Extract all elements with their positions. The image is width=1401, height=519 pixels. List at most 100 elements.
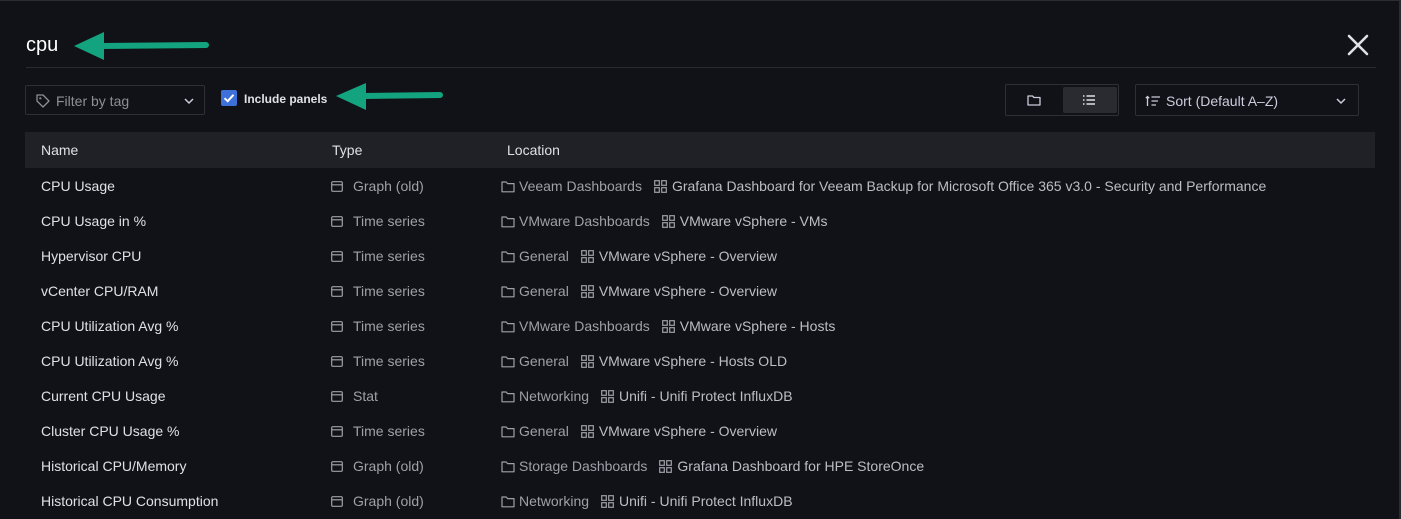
chevron-down-icon [184,98,194,105]
list-view-button[interactable] [1063,87,1117,113]
folder-icon [501,320,515,332]
folder-icon [501,425,515,437]
panel-location: VMware Dashboards VMware vSphere - VMs [501,213,828,229]
panel-location: VMware Dashboards VMware vSphere - Hosts [501,318,835,334]
panel-type-label: Time series [353,318,425,334]
table-row[interactable]: CPU Usage in % Time series VMware Dashboar… [25,203,1375,238]
panel-icon [331,426,343,437]
panel-name: Cluster CPU Usage % [41,423,180,439]
panel-icon [331,286,343,297]
folder-name: Networking [519,493,590,509]
panel-name: CPU Utilization Avg % [41,318,179,334]
panel-type-label: Time series [353,248,425,264]
folder-name: General [519,283,569,299]
panel-icon [331,461,343,472]
panel-location: Networking Unifi - Unifi Protect InfluxDB [501,493,793,509]
panel-name: Historical CPU Consumption [41,493,219,509]
table-row[interactable]: vCenter CPU/RAM Time series General VMware … [25,273,1375,308]
dashboard-grid-icon [580,284,594,298]
panel-type-label: Time series [353,353,425,369]
folder-name: Storage Dashboards [519,458,648,474]
dashboard-grid-icon [580,354,594,368]
dashboard-name: Unifi - Unifi Protect InfluxDB [619,493,793,509]
table-row[interactable]: CPU Utilization Avg % Time series General V… [25,343,1375,378]
panel-icon [331,496,343,507]
table-row[interactable]: Hypervisor CPU Time series General VMware v… [25,238,1375,273]
panel-location: Storage Dashboards Grafana Dashboard for … [501,458,924,474]
folder-name: Networking [519,388,590,404]
folder-icon [501,285,515,297]
folder-view-icon [1027,95,1041,106]
include-panels-checkbox[interactable] [221,90,237,106]
panel-location: Networking Unifi - Unifi Protect InfluxDB [501,388,793,404]
panel-name: CPU Usage [41,178,115,194]
dashboard-name: Grafana Dashboard for Veeam Backup for M… [671,178,1267,194]
annotation-arrow-search [74,32,209,60]
dashboard-name: VMware vSphere - VMs [679,213,828,229]
panel-type-label: Stat [353,388,378,404]
panel-location: General VMware vSphere - Overview [501,423,777,439]
search-results-table: Name Type Location CPU Usage Graph (old) V… [25,132,1375,518]
list-view-icon [1083,95,1095,105]
dashboard-grid-icon [659,459,673,473]
folder-icon [501,495,515,507]
folder-icon [501,460,515,472]
folder-name: General [519,423,569,439]
table-row[interactable]: Cluster CPU Usage % Time series General VMw… [25,413,1375,448]
table-row[interactable]: Historical CPU/Memory Graph (old) Storage … [25,448,1375,483]
dashboard-name: VMware vSphere - Overview [598,423,777,439]
table-body: CPU Usage Graph (old) Veeam Dashboards Graf… [25,168,1375,518]
close-icon[interactable] [1346,33,1370,57]
panel-location: General VMware vSphere - Hosts OLD [501,353,787,369]
panel-name: Historical CPU/Memory [41,458,187,474]
annotation-arrow-include-panels [336,83,443,110]
tag-filter-select[interactable]: Filter by tag [25,85,205,115]
folder-icon [501,250,515,262]
panel-icon [331,216,343,227]
view-mode-toggle [1005,84,1119,116]
dashboard-name: VMware vSphere - Hosts OLD [598,353,788,369]
dashboard-name: Unifi - Unifi Protect InfluxDB [619,388,793,404]
tag-icon [36,94,50,108]
panel-type-label: Graph (old) [353,493,424,509]
table-header: Name Type Location [25,132,1375,168]
dashboard-grid-icon [661,319,675,333]
column-header-name: Name [41,142,79,158]
folder-name: VMware Dashboards [519,213,650,229]
dashboard-name: VMware vSphere - Hosts [679,318,836,334]
panel-icon [331,356,343,367]
chevron-down-icon [1336,98,1346,105]
panel-location: Veeam Dashboards Grafana Dashboard for Ve… [501,178,1266,194]
sort-select[interactable]: Sort (Default A–Z) [1135,84,1359,116]
panel-type-label: Graph (old) [353,458,424,474]
folder-icon [501,355,515,367]
dashboard-name: VMware vSphere - Overview [598,248,777,264]
panel-type-label: Time series [353,283,425,299]
dashboard-grid-icon [601,494,614,508]
dashboard-grid-icon [580,249,594,263]
panel-name: Hypervisor CPU [41,248,142,264]
folder-icon [501,390,515,402]
folder-icon [501,180,515,192]
sort-label: Sort (Default A–Z) [1166,93,1279,109]
table-row[interactable]: Current CPU Usage Stat Networking Unifi - U… [25,378,1375,413]
panel-icon [331,391,343,402]
table-row[interactable]: Historical CPU Consumption Graph (old) Net… [25,483,1375,518]
folder-name: Veeam Dashboards [519,178,642,194]
panel-name: CPU Usage in % [41,213,147,229]
table-row[interactable]: CPU Usage Graph (old) Veeam Dashboards Graf… [25,168,1375,203]
tag-filter-placeholder: Filter by tag [56,93,130,109]
folder-name: VMware Dashboards [519,318,650,334]
table-row[interactable]: CPU Utilization Avg % Time series VMware D… [25,308,1375,343]
panel-location: General VMware vSphere - Overview [501,283,777,299]
panel-type-label: Time series [353,213,425,229]
panel-icon [331,181,343,192]
dashboard-grid-icon [661,214,675,228]
search-bar [26,28,1376,68]
folder-name: General [519,248,569,264]
panel-name: vCenter CPU/RAM [41,283,159,299]
dashboard-grid-icon [580,424,594,438]
folder-view-button[interactable] [1008,87,1062,113]
include-panels-label: Include panels [244,92,328,106]
panel-name: CPU Utilization Avg % [41,353,179,369]
